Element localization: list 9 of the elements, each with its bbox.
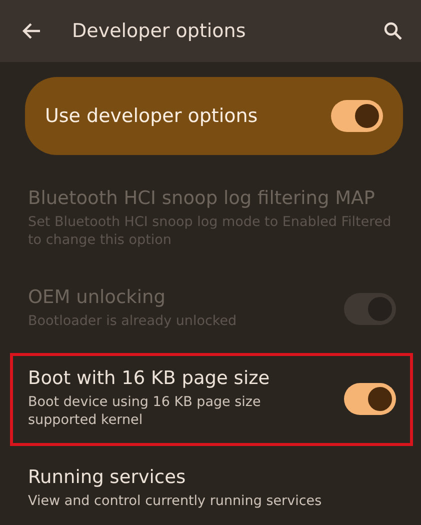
- main-switch-label: Use developer options: [45, 105, 258, 127]
- setting-summary: Boot device using 16 KB page size supported kernel: [28, 393, 262, 429]
- toggle-switch[interactable]: [331, 100, 383, 132]
- main-switch-card[interactable]: Use developer options: [25, 77, 403, 155]
- screen-title: Developer options: [72, 20, 247, 42]
- setting-summary: View and control currently running services: [28, 492, 323, 510]
- toggle-switch[interactable]: [344, 382, 396, 414]
- setting-title[interactable]: Boot with 16 KB page size: [28, 368, 328, 389]
- setting-title[interactable]: Running services: [28, 467, 396, 488]
